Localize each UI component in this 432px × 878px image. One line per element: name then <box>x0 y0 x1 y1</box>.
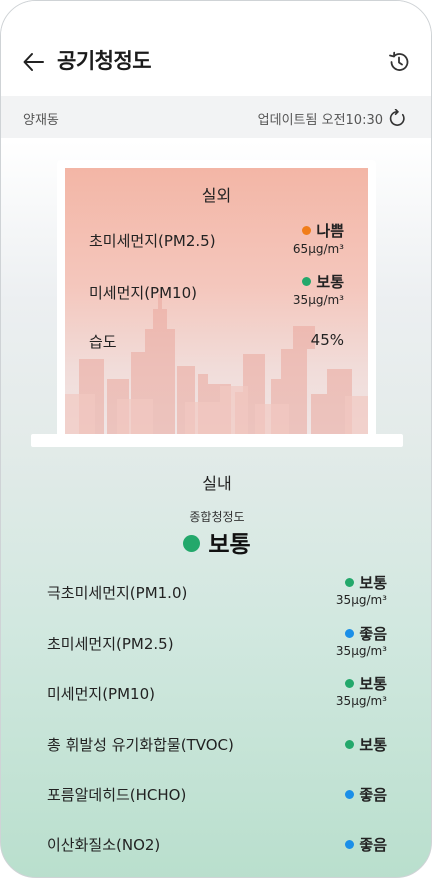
status-dot-icon <box>345 629 355 638</box>
outdoor-pm10-label: 미세먼지(PM10) <box>89 284 197 302</box>
refresh-icon[interactable] <box>388 109 407 128</box>
indoor-row-value: 35µg/m³ <box>335 644 387 658</box>
update-time: 업데이트됨 오전10:30 <box>257 113 383 128</box>
status-dot-icon <box>302 226 312 235</box>
outdoor-pm25-value: 65µg/m³ <box>292 242 344 256</box>
status-dot-icon <box>345 578 355 587</box>
outdoor-pm25-label: 초미세먼지(PM2.5) <box>89 232 216 250</box>
overall-quality-label: 종합청정도 <box>189 510 245 524</box>
outdoor-label: 실외 <box>201 186 232 205</box>
indoor-row-status: 좋음 <box>345 784 387 805</box>
indoor-label: 실내 <box>202 474 232 493</box>
location-label: 양재동 <box>23 113 59 128</box>
indoor-row-value: 35µg/m³ <box>335 694 387 708</box>
outdoor-panel: 실외 초미세먼지(PM2.5) 나쁨 65µg/m³ 미세먼지(PM10) 보통… <box>65 168 368 434</box>
status-dot-icon <box>183 535 201 552</box>
outdoor-pm10-value: 35µg/m³ <box>292 293 344 307</box>
status-dot-icon <box>302 277 312 286</box>
indoor-row-status: 좋음 <box>345 834 387 855</box>
indoor-row-no2: 이산화질소(NO2) 좋음 <box>1 824 431 864</box>
indoor-row-pm1: 극초미세먼지(PM1.0) 보통 35µg/m³ <box>1 572 431 612</box>
indoor-row-pm25: 초미세먼지(PM2.5) 좋음 35µg/m³ <box>1 623 431 663</box>
location-bar: 양재동 업데이트됨 오전10:30 <box>1 96 431 138</box>
status-dot-icon <box>345 840 355 849</box>
indoor-row-label: 포름알데히드(HCHO) <box>47 786 187 804</box>
window-sill <box>31 434 403 447</box>
overall-quality-status: 보통 <box>1 525 431 559</box>
status-dot-icon <box>345 679 355 688</box>
outdoor-pm25-status: 나쁨 <box>302 220 344 241</box>
outdoor-humidity-value: 45% <box>310 331 344 349</box>
history-icon[interactable] <box>387 50 411 74</box>
indoor-row-tvoc: 총 휘발성 유기화합물(TVOC) 보통 <box>1 724 431 764</box>
indoor-row-label: 이산화질소(NO2) <box>47 836 161 854</box>
indoor-row-label: 초미세먼지(PM2.5) <box>47 635 174 653</box>
outdoor-pm10-status: 보통 <box>302 271 344 292</box>
arrow-left-icon[interactable] <box>21 49 47 75</box>
app-header: 공기청정도 <box>1 1 431 96</box>
page-title: 공기청정도 <box>57 49 152 73</box>
indoor-row-status: 보통 <box>345 734 387 755</box>
status-dot-icon <box>345 740 355 749</box>
outdoor-humidity-label: 습도 <box>89 333 117 351</box>
indoor-row-label: 극초미세먼지(PM1.0) <box>47 584 188 602</box>
indoor-row-status: 보통 <box>345 673 387 694</box>
indoor-row-status: 보통 <box>345 572 387 593</box>
indoor-row-value: 35µg/m³ <box>335 593 387 607</box>
phone-screen: 공기청정도 양재동 업데이트됨 오전10:30 실외 초미세먼지(PM2.5) … <box>0 0 432 878</box>
indoor-row-pm10: 미세먼지(PM10) 보통 35µg/m³ <box>1 673 431 713</box>
indoor-row-hcho: 포름알데히드(HCHO) 좋음 <box>1 774 431 814</box>
indoor-row-label: 미세먼지(PM10) <box>47 685 155 703</box>
status-dot-icon <box>345 790 355 799</box>
indoor-row-label: 총 휘발성 유기화합물(TVOC) <box>47 736 234 754</box>
indoor-row-status: 좋음 <box>345 623 387 644</box>
